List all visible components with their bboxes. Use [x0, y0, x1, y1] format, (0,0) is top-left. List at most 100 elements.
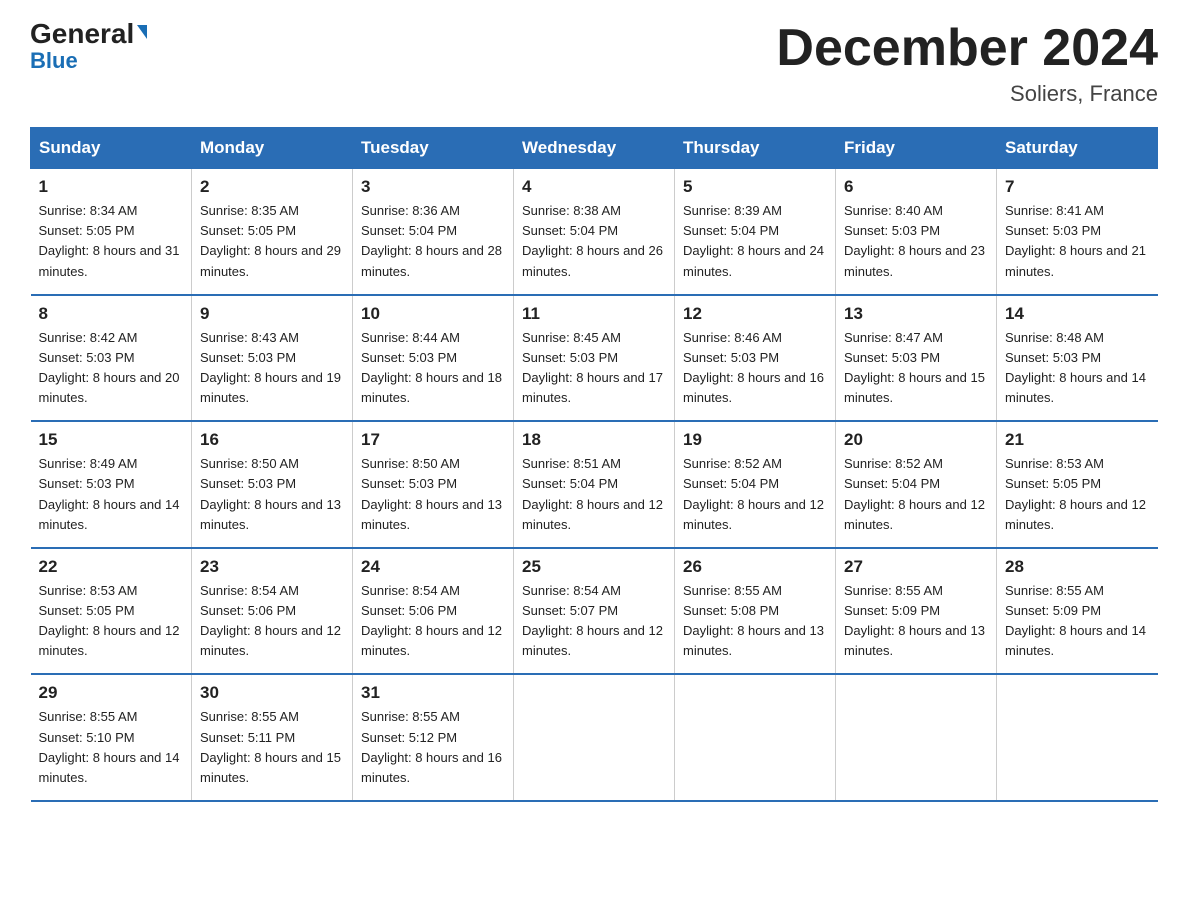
day-info: Sunrise: 8:38 AM Sunset: 5:04 PM Dayligh… [522, 201, 666, 282]
day-number: 13 [844, 304, 988, 324]
day-number: 11 [522, 304, 666, 324]
calendar-cell: 7 Sunrise: 8:41 AM Sunset: 5:03 PM Dayli… [997, 169, 1158, 295]
day-number: 9 [200, 304, 344, 324]
day-number: 14 [1005, 304, 1150, 324]
day-info: Sunrise: 8:53 AM Sunset: 5:05 PM Dayligh… [39, 581, 184, 662]
day-info: Sunrise: 8:48 AM Sunset: 5:03 PM Dayligh… [1005, 328, 1150, 409]
day-number: 30 [200, 683, 344, 703]
day-number: 18 [522, 430, 666, 450]
day-info: Sunrise: 8:50 AM Sunset: 5:03 PM Dayligh… [200, 454, 344, 535]
calendar-cell: 28 Sunrise: 8:55 AM Sunset: 5:09 PM Dayl… [997, 548, 1158, 675]
day-number: 10 [361, 304, 505, 324]
location: Soliers, France [776, 81, 1158, 107]
day-number: 16 [200, 430, 344, 450]
calendar-week-row: 29 Sunrise: 8:55 AM Sunset: 5:10 PM Dayl… [31, 674, 1158, 801]
day-info: Sunrise: 8:53 AM Sunset: 5:05 PM Dayligh… [1005, 454, 1150, 535]
day-info: Sunrise: 8:49 AM Sunset: 5:03 PM Dayligh… [39, 454, 184, 535]
logo-blue: Blue [30, 48, 78, 74]
logo-triangle-icon [137, 25, 147, 39]
calendar-cell: 25 Sunrise: 8:54 AM Sunset: 5:07 PM Dayl… [514, 548, 675, 675]
calendar-cell: 21 Sunrise: 8:53 AM Sunset: 5:05 PM Dayl… [997, 421, 1158, 548]
calendar-cell: 6 Sunrise: 8:40 AM Sunset: 5:03 PM Dayli… [836, 169, 997, 295]
page-header: General Blue December 2024 Soliers, Fran… [30, 20, 1158, 107]
day-info: Sunrise: 8:55 AM Sunset: 5:09 PM Dayligh… [1005, 581, 1150, 662]
calendar-cell: 26 Sunrise: 8:55 AM Sunset: 5:08 PM Dayl… [675, 548, 836, 675]
calendar-cell [997, 674, 1158, 801]
day-info: Sunrise: 8:47 AM Sunset: 5:03 PM Dayligh… [844, 328, 988, 409]
calendar-week-row: 22 Sunrise: 8:53 AM Sunset: 5:05 PM Dayl… [31, 548, 1158, 675]
calendar-cell: 22 Sunrise: 8:53 AM Sunset: 5:05 PM Dayl… [31, 548, 192, 675]
day-info: Sunrise: 8:44 AM Sunset: 5:03 PM Dayligh… [361, 328, 505, 409]
day-number: 4 [522, 177, 666, 197]
calendar-cell [514, 674, 675, 801]
calendar-cell: 30 Sunrise: 8:55 AM Sunset: 5:11 PM Dayl… [192, 674, 353, 801]
calendar-cell: 29 Sunrise: 8:55 AM Sunset: 5:10 PM Dayl… [31, 674, 192, 801]
calendar-header-monday: Monday [192, 128, 353, 169]
day-number: 3 [361, 177, 505, 197]
calendar-cell: 9 Sunrise: 8:43 AM Sunset: 5:03 PM Dayli… [192, 295, 353, 422]
day-info: Sunrise: 8:54 AM Sunset: 5:07 PM Dayligh… [522, 581, 666, 662]
calendar-cell: 24 Sunrise: 8:54 AM Sunset: 5:06 PM Dayl… [353, 548, 514, 675]
calendar-header-sunday: Sunday [31, 128, 192, 169]
day-number: 29 [39, 683, 184, 703]
title-block: December 2024 Soliers, France [776, 20, 1158, 107]
day-number: 31 [361, 683, 505, 703]
day-number: 12 [683, 304, 827, 324]
day-info: Sunrise: 8:55 AM Sunset: 5:09 PM Dayligh… [844, 581, 988, 662]
day-number: 22 [39, 557, 184, 577]
day-number: 8 [39, 304, 184, 324]
calendar-header-row: SundayMondayTuesdayWednesdayThursdayFrid… [31, 128, 1158, 169]
day-info: Sunrise: 8:52 AM Sunset: 5:04 PM Dayligh… [844, 454, 988, 535]
calendar-cell: 14 Sunrise: 8:48 AM Sunset: 5:03 PM Dayl… [997, 295, 1158, 422]
day-number: 17 [361, 430, 505, 450]
day-number: 19 [683, 430, 827, 450]
day-info: Sunrise: 8:43 AM Sunset: 5:03 PM Dayligh… [200, 328, 344, 409]
calendar-week-row: 1 Sunrise: 8:34 AM Sunset: 5:05 PM Dayli… [31, 169, 1158, 295]
day-number: 21 [1005, 430, 1150, 450]
calendar-cell: 11 Sunrise: 8:45 AM Sunset: 5:03 PM Dayl… [514, 295, 675, 422]
calendar-header-saturday: Saturday [997, 128, 1158, 169]
calendar-header-tuesday: Tuesday [353, 128, 514, 169]
day-info: Sunrise: 8:52 AM Sunset: 5:04 PM Dayligh… [683, 454, 827, 535]
day-number: 15 [39, 430, 184, 450]
calendar-cell: 4 Sunrise: 8:38 AM Sunset: 5:04 PM Dayli… [514, 169, 675, 295]
calendar-cell: 18 Sunrise: 8:51 AM Sunset: 5:04 PM Dayl… [514, 421, 675, 548]
calendar-cell: 5 Sunrise: 8:39 AM Sunset: 5:04 PM Dayli… [675, 169, 836, 295]
calendar-cell: 8 Sunrise: 8:42 AM Sunset: 5:03 PM Dayli… [31, 295, 192, 422]
day-info: Sunrise: 8:41 AM Sunset: 5:03 PM Dayligh… [1005, 201, 1150, 282]
logo: General Blue [30, 20, 147, 74]
day-info: Sunrise: 8:35 AM Sunset: 5:05 PM Dayligh… [200, 201, 344, 282]
calendar-cell: 3 Sunrise: 8:36 AM Sunset: 5:04 PM Dayli… [353, 169, 514, 295]
calendar-cell: 23 Sunrise: 8:54 AM Sunset: 5:06 PM Dayl… [192, 548, 353, 675]
day-number: 24 [361, 557, 505, 577]
calendar-table: SundayMondayTuesdayWednesdayThursdayFrid… [30, 127, 1158, 802]
day-info: Sunrise: 8:45 AM Sunset: 5:03 PM Dayligh… [522, 328, 666, 409]
day-number: 23 [200, 557, 344, 577]
calendar-week-row: 15 Sunrise: 8:49 AM Sunset: 5:03 PM Dayl… [31, 421, 1158, 548]
day-number: 1 [39, 177, 184, 197]
day-info: Sunrise: 8:40 AM Sunset: 5:03 PM Dayligh… [844, 201, 988, 282]
calendar-cell: 17 Sunrise: 8:50 AM Sunset: 5:03 PM Dayl… [353, 421, 514, 548]
day-number: 27 [844, 557, 988, 577]
calendar-cell: 12 Sunrise: 8:46 AM Sunset: 5:03 PM Dayl… [675, 295, 836, 422]
day-number: 26 [683, 557, 827, 577]
day-info: Sunrise: 8:39 AM Sunset: 5:04 PM Dayligh… [683, 201, 827, 282]
day-info: Sunrise: 8:46 AM Sunset: 5:03 PM Dayligh… [683, 328, 827, 409]
day-info: Sunrise: 8:54 AM Sunset: 5:06 PM Dayligh… [200, 581, 344, 662]
calendar-week-row: 8 Sunrise: 8:42 AM Sunset: 5:03 PM Dayli… [31, 295, 1158, 422]
calendar-cell: 1 Sunrise: 8:34 AM Sunset: 5:05 PM Dayli… [31, 169, 192, 295]
day-info: Sunrise: 8:54 AM Sunset: 5:06 PM Dayligh… [361, 581, 505, 662]
day-info: Sunrise: 8:51 AM Sunset: 5:04 PM Dayligh… [522, 454, 666, 535]
calendar-cell: 27 Sunrise: 8:55 AM Sunset: 5:09 PM Dayl… [836, 548, 997, 675]
calendar-cell: 2 Sunrise: 8:35 AM Sunset: 5:05 PM Dayli… [192, 169, 353, 295]
day-number: 28 [1005, 557, 1150, 577]
day-number: 7 [1005, 177, 1150, 197]
calendar-cell: 15 Sunrise: 8:49 AM Sunset: 5:03 PM Dayl… [31, 421, 192, 548]
calendar-cell [675, 674, 836, 801]
day-info: Sunrise: 8:55 AM Sunset: 5:08 PM Dayligh… [683, 581, 827, 662]
calendar-cell: 10 Sunrise: 8:44 AM Sunset: 5:03 PM Dayl… [353, 295, 514, 422]
month-title: December 2024 [776, 20, 1158, 77]
calendar-cell: 19 Sunrise: 8:52 AM Sunset: 5:04 PM Dayl… [675, 421, 836, 548]
calendar-cell: 16 Sunrise: 8:50 AM Sunset: 5:03 PM Dayl… [192, 421, 353, 548]
day-info: Sunrise: 8:55 AM Sunset: 5:10 PM Dayligh… [39, 707, 184, 788]
